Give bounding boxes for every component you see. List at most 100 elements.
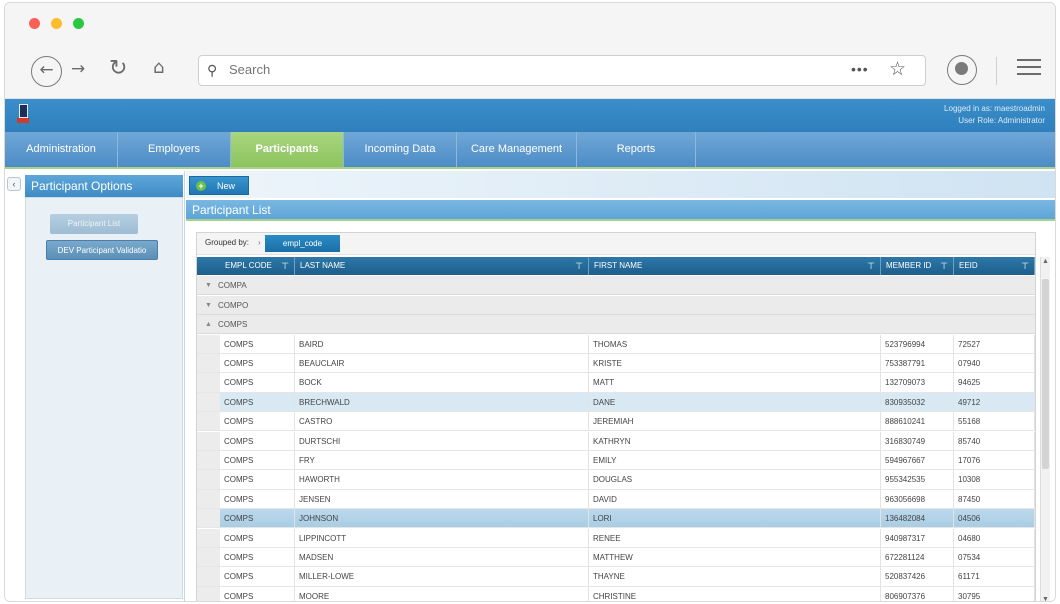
hamburger-menu-icon[interactable] [1017, 59, 1041, 77]
table-row[interactable]: COMPS BAIRD THOMAS 523796994 72527 [197, 334, 1035, 354]
cell-member: 830935032 [881, 392, 954, 412]
cell-last: FRY [295, 450, 589, 470]
cell-eeid: 72527 [954, 334, 1035, 353]
collapse-panel-icon[interactable]: ‹ [7, 177, 21, 191]
tab-reports[interactable]: Reports [577, 132, 696, 167]
back-arrow-icon[interactable]: ← [31, 56, 62, 87]
chevron-up-icon[interactable]: ▲ [205, 315, 212, 334]
cell-member: 806907376 [881, 586, 954, 601]
table-row[interactable]: COMPS FRY EMILY 594967667 17076 [197, 450, 1035, 471]
table-row[interactable]: COMPS BOCK MATT 132709073 94625 [197, 373, 1035, 393]
scroll-thumb[interactable] [1042, 279, 1049, 469]
cell-first: DOUGLAS [589, 470, 881, 489]
home-icon[interactable]: ⌂ [153, 57, 164, 78]
table-row[interactable]: COMPS LIPPINCOTT RENEE 940987317 04680 [197, 528, 1035, 548]
group-row[interactable]: ▼ COMPA [197, 276, 1035, 295]
account-icon[interactable] [947, 55, 977, 85]
chevron-down-icon[interactable]: ▼ [205, 276, 212, 295]
action-strip: + New [186, 171, 1055, 198]
column-header-empl-code[interactable]: EMPL CODE ⊤ [220, 257, 295, 275]
scroll-down-icon[interactable]: ▼ [1042, 596, 1049, 601]
group-by-bar: Grouped by: › empl_code [197, 233, 1035, 255]
cell-eeid: 04680 [954, 528, 1035, 547]
tab-incoming-data[interactable]: Incoming Data [344, 132, 457, 167]
table-row[interactable]: COMPS MOORE CHRISTINE 806907376 30795 [197, 586, 1035, 601]
table-row[interactable]: COMPS DURTSCHI KATHRYN 316830749 85740 [197, 431, 1035, 451]
group-row[interactable]: ▼ COMPO [197, 295, 1035, 315]
column-header-eeid[interactable]: EEID ⊤ [954, 257, 1035, 275]
table-header: EMPL CODE ⊤ LAST NAME ⊤ FIRST NAME ⊤ MEMBER ID… [197, 257, 1035, 275]
scroll-up-icon[interactable]: ▲ [1042, 258, 1049, 265]
cell-eeid: 10308 [954, 470, 1035, 489]
forward-arrow-icon[interactable]: → [71, 59, 85, 79]
reload-icon[interactable]: ↻ [109, 56, 127, 81]
column-header-member-id[interactable]: MEMBER ID ⊤ [881, 257, 954, 275]
title-bar [5, 3, 1055, 41]
chevron-right-icon: › [258, 238, 261, 247]
participant-list-button[interactable]: Participant List [50, 214, 138, 234]
search-icon: ⚲ [207, 62, 218, 78]
dev-participant-validation-button[interactable]: DEV Participant Validatio [46, 240, 158, 260]
table-row[interactable]: COMPS BRECHWALD DANE 830935032 49712 [197, 392, 1035, 413]
minimize-window-button[interactable] [51, 18, 62, 29]
cell-member: 594967667 [881, 450, 954, 470]
cell-code: COMPS [220, 353, 295, 373]
cell-eeid: 61171 [954, 567, 1035, 586]
vertical-scrollbar[interactable]: ▲ ▼ [1040, 257, 1050, 601]
bookmark-star-icon[interactable]: ☆ [889, 58, 906, 81]
group-label: COMPA [218, 281, 247, 290]
cell-code: COMPS [220, 412, 295, 431]
table-row[interactable]: COMPS BEAUCLAIR KRISTE 753387791 07940 [197, 353, 1035, 374]
close-window-button[interactable] [29, 18, 40, 29]
search-input[interactable] [229, 62, 829, 77]
tab-administration[interactable]: Administration [5, 132, 118, 167]
filter-icon[interactable]: ⊤ [940, 257, 948, 275]
row-gutter [197, 392, 220, 412]
table-row[interactable]: COMPS MADSEN MATTHEW 672281124 07534 [197, 547, 1035, 568]
filter-icon[interactable]: ⊤ [575, 257, 583, 275]
cell-first: MATTHEW [589, 547, 881, 567]
table-row[interactable]: COMPS HAWORTH DOUGLAS 955342535 10308 [197, 470, 1035, 490]
plus-icon: + [196, 181, 206, 191]
row-gutter [197, 509, 220, 528]
table-row[interactable]: COMPS JENSEN DAVID 963056698 87450 [197, 489, 1035, 510]
filter-icon[interactable]: ⊤ [1021, 257, 1029, 275]
cell-member: 940987317 [881, 528, 954, 547]
row-gutter [197, 450, 220, 470]
row-gutter [197, 431, 220, 450]
row-gutter [197, 547, 220, 567]
tab-care-management[interactable]: Care Management [457, 132, 577, 167]
tab-participants[interactable]: Participants [231, 132, 344, 167]
cell-code: COMPS [220, 567, 295, 586]
maximize-window-button[interactable] [73, 18, 84, 29]
main-nav: Administration Employers Participants Incom… [5, 132, 1055, 169]
cell-eeid: 04506 [954, 509, 1035, 528]
table-row[interactable]: COMPS MILLER-LOWE THAYNE 520837426 61171 [197, 567, 1035, 587]
column-header-label: EMPL CODE [225, 261, 272, 270]
cell-first: THOMAS [589, 334, 881, 353]
table-row[interactable]: COMPS JOHNSON LORI 136482084 04506 [197, 509, 1035, 529]
filter-icon[interactable]: ⊤ [281, 257, 289, 275]
column-header-last-name[interactable]: LAST NAME ⊤ [295, 257, 589, 275]
cell-first: JEREMIAH [589, 412, 881, 431]
cell-code: COMPS [220, 489, 295, 509]
filter-icon[interactable]: ⊤ [867, 257, 875, 275]
chevron-down-icon[interactable]: ▼ [205, 296, 212, 315]
cell-code: COMPS [220, 528, 295, 547]
cell-code: COMPS [220, 470, 295, 489]
group-row[interactable]: ▲ COMPS [197, 315, 1035, 334]
cell-member: 888610241 [881, 412, 954, 431]
cell-member: 963056698 [881, 489, 954, 509]
cell-eeid: 17076 [954, 450, 1035, 470]
group-by-chip[interactable]: empl_code [265, 235, 340, 252]
address-bar[interactable]: ⚲ ••• ☆ [198, 55, 926, 86]
cell-last: JOHNSON [295, 509, 589, 528]
new-button[interactable]: + New [189, 176, 249, 195]
row-gutter [197, 470, 220, 489]
column-header-first-name[interactable]: FIRST NAME ⊤ [589, 257, 881, 275]
cell-member: 672281124 [881, 547, 954, 567]
more-options-icon[interactable]: ••• [851, 61, 869, 77]
table-row[interactable]: COMPS CASTRO JEREMIAH 888610241 55168 [197, 412, 1035, 432]
column-header-label: LAST NAME [300, 261, 346, 270]
tab-employers[interactable]: Employers [118, 132, 231, 167]
